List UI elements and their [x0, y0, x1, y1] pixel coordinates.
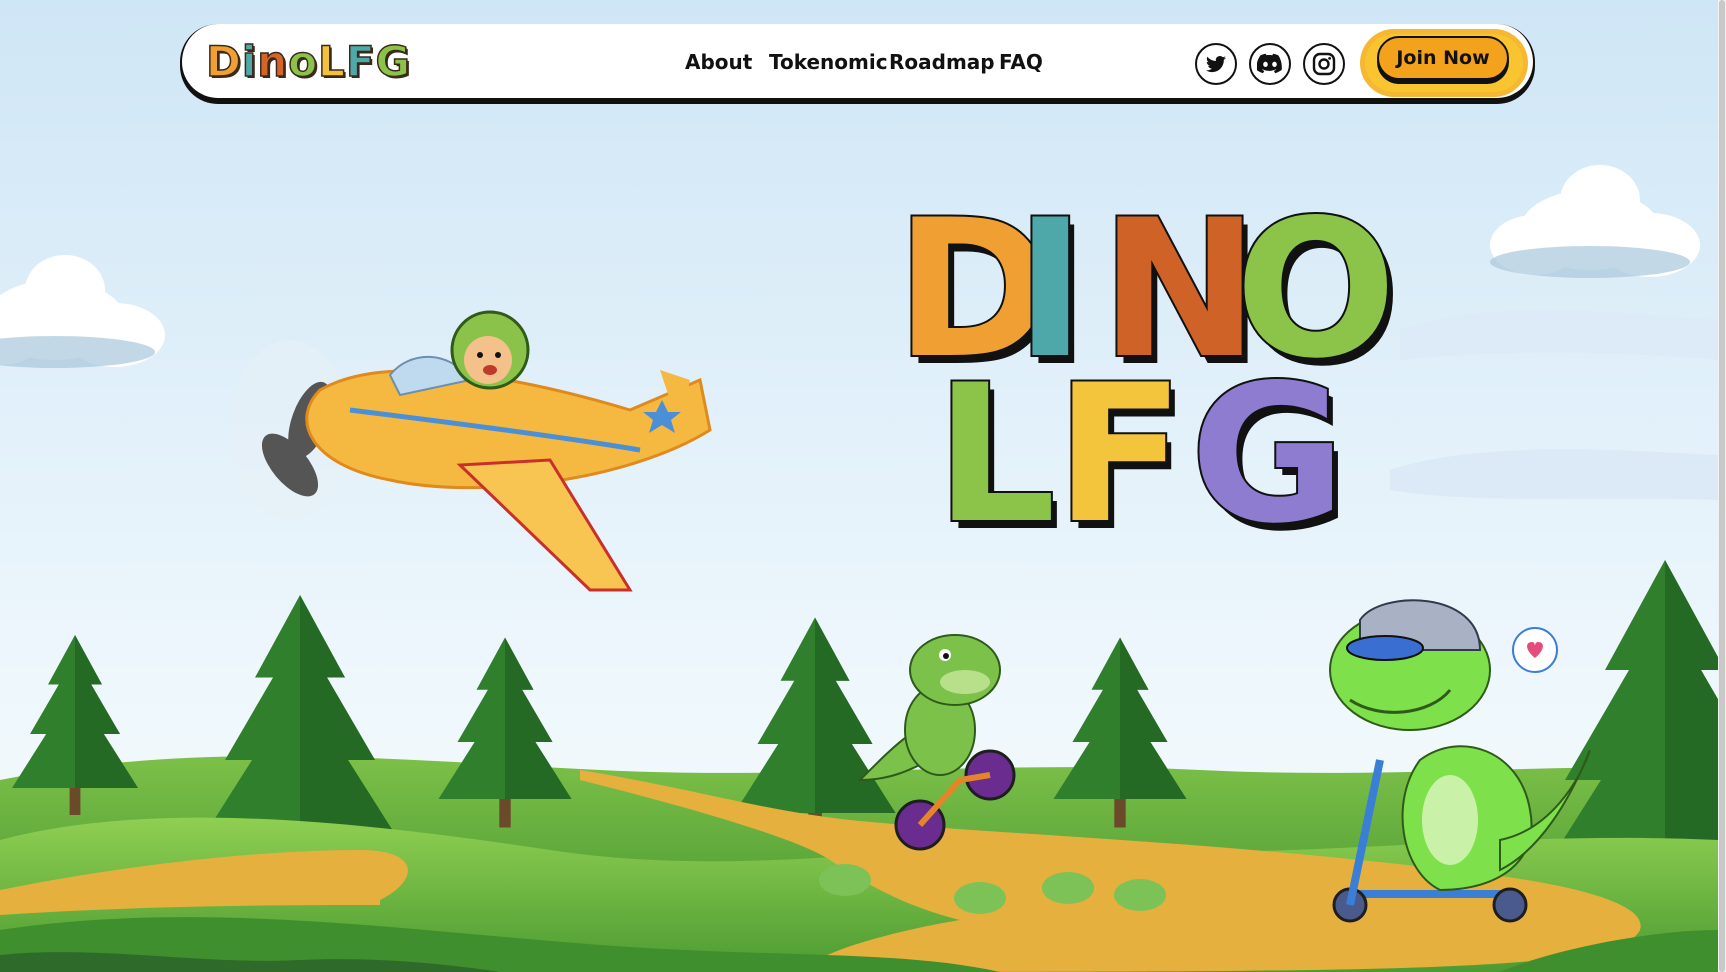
- nav-link-roadmap[interactable]: Roadmap: [889, 50, 995, 74]
- background-landscape: [0, 0, 1718, 972]
- discord-icon: [1257, 53, 1282, 74]
- discord-button[interactable]: [1249, 43, 1291, 85]
- hero-title-letter: G: [1188, 344, 1348, 565]
- nav-link-tokenomic[interactable]: Tokenomic: [769, 50, 888, 74]
- twitter-icon: [1205, 56, 1226, 73]
- nav-link-faq[interactable]: FAQ: [999, 50, 1043, 74]
- logo-letter: n: [257, 36, 289, 87]
- logo-letter: F: [345, 36, 376, 87]
- join-now-button[interactable]: Join Now: [1377, 36, 1509, 80]
- instagram-button[interactable]: [1303, 43, 1345, 85]
- logo-letter: o: [287, 36, 319, 87]
- instagram-icon: [1312, 52, 1336, 76]
- join-now-wrapper: Join Now: [1365, 32, 1523, 92]
- nav-link-about[interactable]: About: [685, 50, 752, 74]
- logo-letter: D: [205, 36, 242, 87]
- scrollbar-thumb[interactable]: [1719, 0, 1725, 972]
- twitter-button[interactable]: [1195, 43, 1237, 85]
- hero-scene: D I N O L F G D i n o L F G About Tokeno…: [0, 0, 1718, 972]
- hero-title-letter: L: [933, 344, 1058, 565]
- hero-title-letter: F: [1053, 344, 1187, 565]
- logo-letter: L: [317, 36, 346, 87]
- logo-letter: i: [241, 36, 258, 87]
- site-logo[interactable]: D i n o L F G: [205, 36, 411, 87]
- logo-letter: G: [375, 36, 411, 87]
